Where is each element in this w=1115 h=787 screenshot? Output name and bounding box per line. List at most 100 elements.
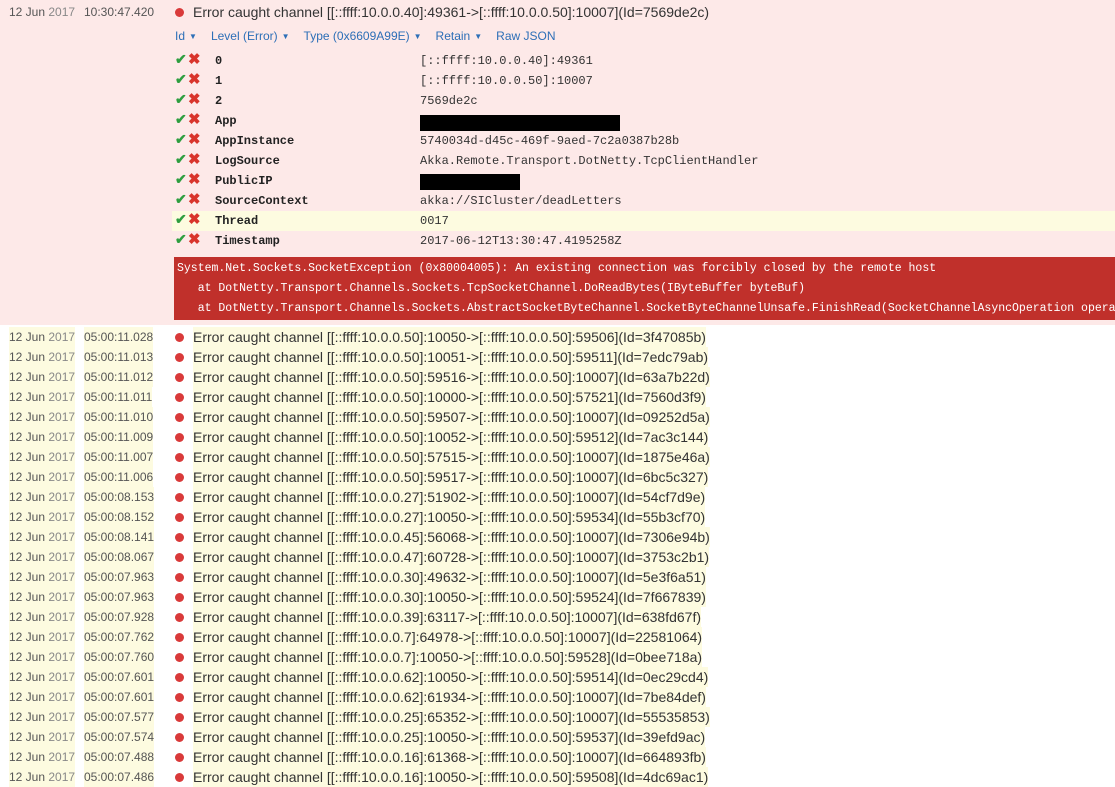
event-row[interactable]: 12 Jun 2017 05:00:07.963 Error caught chan… (0, 567, 1115, 587)
error-level-icon (175, 693, 184, 702)
event-row[interactable]: 12 Jun 2017 05:00:07.928 Error caught chan… (0, 607, 1115, 627)
event-row[interactable]: 12 Jun 2017 05:00:07.762 Error caught chan… (0, 627, 1115, 647)
event-message[interactable]: Error caught channel [[::ffff:10.0.0.47]… (193, 547, 710, 567)
event-message[interactable]: Error caught channel [[::ffff:10.0.0.50]… (193, 327, 706, 347)
caret-down-icon: ▼ (474, 32, 483, 41)
include-filter-icon[interactable]: ✔ (175, 211, 187, 231)
event-row[interactable]: 12 Jun 2017 05:00:07.488 Error caught chan… (0, 747, 1115, 767)
event-date: 12 Jun 2017 (9, 327, 76, 347)
event-row[interactable]: 12 Jun 2017 05:00:07.486 Error caught chan… (0, 767, 1115, 787)
property-name: AppInstance (215, 134, 295, 148)
event-message[interactable]: Error caught channel [[::ffff:10.0.0.40]… (193, 2, 709, 22)
caret-down-icon: ▼ (413, 32, 422, 41)
exclude-filter-icon[interactable]: ✖ (188, 131, 201, 151)
exclude-filter-icon[interactable]: ✖ (188, 111, 201, 131)
action-raw-json[interactable]: Raw JSON (496, 27, 555, 45)
event-time: 05:00:11.007 (84, 447, 154, 467)
error-level-icon (175, 593, 184, 602)
event-message[interactable]: Error caught channel [[::ffff:10.0.0.7]:… (193, 647, 703, 667)
action-retain[interactable]: Retain ▼ (436, 27, 483, 46)
event-time: 05:00:07.574 (84, 727, 155, 747)
event-time: 05:00:11.013 (84, 347, 154, 367)
event-row[interactable]: 12 Jun 2017 05:00:11.010 Error caught chan… (0, 407, 1115, 427)
event-message[interactable]: Error caught channel [[::ffff:10.0.0.25]… (193, 727, 706, 747)
exclude-filter-icon[interactable]: ✖ (188, 211, 201, 231)
exclude-filter-icon[interactable]: ✖ (188, 171, 201, 191)
exclude-filter-icon[interactable]: ✖ (188, 191, 201, 211)
action-type-0x6609a99e[interactable]: Type (0x6609A99E) ▼ (304, 27, 422, 46)
error-level-icon (175, 353, 184, 362)
include-filter-icon[interactable]: ✔ (175, 111, 187, 131)
event-row[interactable]: 12 Jun 2017 05:00:11.011 Error caught chan… (0, 387, 1115, 407)
property-name: PublicIP (215, 174, 273, 188)
event-message[interactable]: Error caught channel [[::ffff:10.0.0.50]… (193, 407, 710, 427)
include-filter-icon[interactable]: ✔ (175, 131, 187, 151)
event-row[interactable]: 12 Jun 2017 05:00:08.152 Error caught chan… (0, 507, 1115, 527)
include-filter-icon[interactable]: ✔ (175, 91, 187, 111)
property-row: ✔ ✖ PublicIP (172, 171, 1115, 191)
event-time: 05:00:11.006 (84, 467, 154, 487)
exception-block: System.Net.Sockets.SocketException (0x80… (174, 257, 1115, 320)
property-value: 0017 (420, 214, 449, 228)
action-level-error[interactable]: Level (Error) ▼ (211, 27, 290, 46)
event-message[interactable]: Error caught channel [[::ffff:10.0.0.50]… (193, 367, 710, 387)
event-message[interactable]: Error caught channel [[::ffff:10.0.0.50]… (193, 387, 706, 407)
event-message[interactable]: Error caught channel [[::ffff:10.0.0.7]:… (193, 627, 703, 647)
event-date: 12 Jun 2017 (9, 427, 76, 447)
event-row[interactable]: 12 Jun 2017 05:00:07.601 Error caught chan… (0, 687, 1115, 707)
event-row[interactable]: 12 Jun 2017 05:00:11.009 Error caught chan… (0, 427, 1115, 447)
property-name: 1 (215, 74, 223, 88)
include-filter-icon[interactable]: ✔ (175, 151, 187, 171)
event-message[interactable]: Error caught channel [[::ffff:10.0.0.45]… (193, 527, 710, 547)
event-row[interactable]: 12 Jun 2017 05:00:07.574 Error caught chan… (0, 727, 1115, 747)
event-message[interactable]: Error caught channel [[::ffff:10.0.0.27]… (193, 507, 706, 527)
event-row[interactable]: 12 Jun 2017 05:00:11.007 Error caught chan… (0, 447, 1115, 467)
event-row[interactable]: 12 Jun 2017 05:00:07.963 Error caught chan… (0, 587, 1115, 607)
property-value: Akka.Remote.Transport.DotNetty.TcpClient… (420, 154, 759, 168)
event-row[interactable]: 12 Jun 2017 05:00:11.013 Error caught chan… (0, 347, 1115, 367)
expanded-event-header[interactable]: 12 Jun 2017 10:30:47.420 Error caught ch… (0, 2, 1115, 22)
event-row[interactable]: 12 Jun 2017 05:00:07.760 Error caught chan… (0, 647, 1115, 667)
include-filter-icon[interactable]: ✔ (175, 51, 187, 71)
event-message[interactable]: Error caught channel [[::ffff:10.0.0.62]… (193, 667, 709, 687)
error-level-icon (175, 733, 184, 742)
event-message[interactable]: Error caught channel [[::ffff:10.0.0.50]… (193, 347, 709, 367)
event-message[interactable]: Error caught channel [[::ffff:10.0.0.16]… (193, 767, 709, 787)
event-time: 05:00:07.963 (84, 567, 155, 587)
expanded-event: 12 Jun 2017 10:30:47.420 Error caught ch… (0, 0, 1115, 325)
action-id[interactable]: Id ▼ (175, 27, 197, 46)
event-message[interactable]: Error caught channel [[::ffff:10.0.0.30]… (193, 587, 706, 607)
exclude-filter-icon[interactable]: ✖ (188, 91, 201, 111)
exclude-filter-icon[interactable]: ✖ (188, 71, 201, 91)
event-message[interactable]: Error caught channel [[::ffff:10.0.0.50]… (193, 467, 709, 487)
event-date: 12 Jun 2017 (9, 467, 76, 487)
event-row[interactable]: 12 Jun 2017 05:00:11.028 Error caught chan… (0, 327, 1115, 347)
exclude-filter-icon[interactable]: ✖ (188, 51, 201, 71)
event-message[interactable]: Error caught channel [[::ffff:10.0.0.27]… (193, 487, 706, 507)
event-message[interactable]: Error caught channel [[::ffff:10.0.0.62]… (193, 687, 706, 707)
include-filter-icon[interactable]: ✔ (175, 71, 187, 91)
exclude-filter-icon[interactable]: ✖ (188, 231, 201, 251)
event-time: 05:00:11.011 (84, 387, 153, 407)
event-message[interactable]: Error caught channel [[::ffff:10.0.0.50]… (193, 447, 710, 467)
event-row[interactable]: 12 Jun 2017 05:00:07.577 Error caught chan… (0, 707, 1115, 727)
event-row[interactable]: 12 Jun 2017 05:00:07.601 Error caught chan… (0, 667, 1115, 687)
event-row[interactable]: 12 Jun 2017 05:00:11.006 Error caught chan… (0, 467, 1115, 487)
exclude-filter-icon[interactable]: ✖ (188, 151, 201, 171)
include-filter-icon[interactable]: ✔ (175, 231, 187, 251)
event-row[interactable]: 12 Jun 2017 05:00:08.141 Error caught chan… (0, 527, 1115, 547)
event-row[interactable]: 12 Jun 2017 05:00:08.067 Error caught chan… (0, 547, 1115, 567)
event-message[interactable]: Error caught channel [[::ffff:10.0.0.39]… (193, 607, 702, 627)
include-filter-icon[interactable]: ✔ (175, 171, 187, 191)
event-message[interactable]: Error caught channel [[::ffff:10.0.0.50]… (193, 427, 709, 447)
include-filter-icon[interactable]: ✔ (175, 191, 187, 211)
event-message[interactable]: Error caught channel [[::ffff:10.0.0.16]… (193, 747, 706, 767)
property-row: ✔ ✖ Thread 0017 (172, 211, 1115, 231)
event-message[interactable]: Error caught channel [[::ffff:10.0.0.30]… (193, 567, 706, 587)
property-row: ✔ ✖ AppInstance 5740034d-d45c-469f-9aed-7c2… (172, 131, 1115, 151)
property-value: akka://SICluster/deadLetters (420, 194, 622, 208)
event-message[interactable]: Error caught channel [[::ffff:10.0.0.25]… (193, 707, 710, 727)
event-date: 12 Jun 2017 (9, 727, 76, 747)
event-row[interactable]: 12 Jun 2017 05:00:11.012 Error caught chan… (0, 367, 1115, 387)
event-row[interactable]: 12 Jun 2017 05:00:08.153 Error caught chan… (0, 487, 1115, 507)
